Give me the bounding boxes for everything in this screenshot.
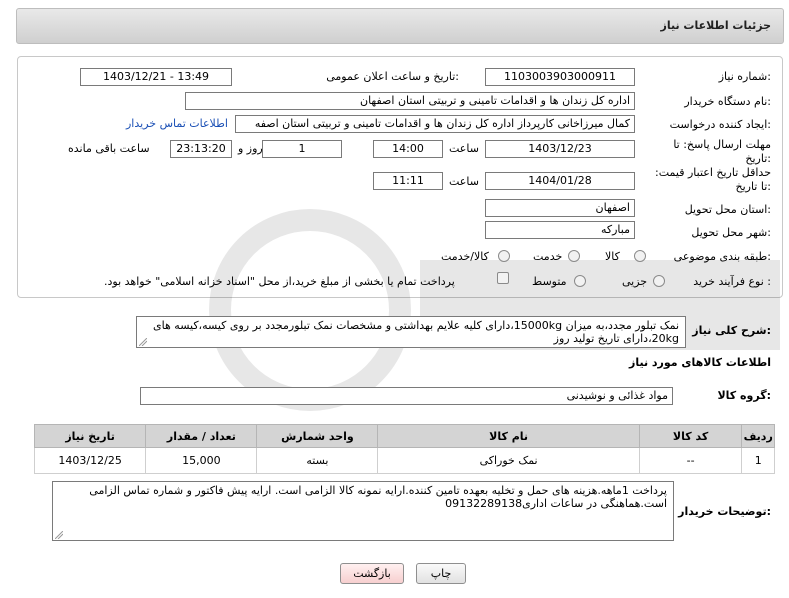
province-field: اصفهان [485, 199, 635, 217]
validity-date-field: 1404/01/28 [485, 172, 635, 190]
goods-group-label: گروه کالا: [717, 389, 771, 402]
deadline-date-field: 1403/12/23 [485, 140, 635, 158]
deadline-time-field: 14:00 [373, 140, 443, 158]
column-header-unit: واحد شمارش [256, 424, 379, 448]
need-number-label: شماره نیاز: [718, 70, 771, 83]
buyer-field: اداره کل زندان ها و اقدامات تامینی و ترب… [185, 92, 635, 110]
cell-code: -- [638, 447, 743, 474]
days-label: روز و [238, 142, 263, 155]
category-service-radio[interactable] [568, 250, 580, 262]
creator-field: کمال میرزاخانی کارپرداز اداره کل زندان ه… [235, 115, 635, 133]
description-text: نمک تبلور مجدد،به میزان 15000kg،دارای کل… [153, 319, 679, 345]
page-header: جزئیات اطلاعات نیاز [16, 8, 784, 44]
process-minor-label: جزیی [622, 275, 648, 288]
remaining-label: ساعت باقی مانده [68, 142, 150, 155]
need-number-field: 1103003903000911 [485, 68, 635, 86]
deadline-time-label: ساعت [449, 142, 479, 155]
category-goods-label: کالا [605, 250, 620, 263]
resize-handle-icon[interactable] [139, 338, 147, 346]
validity-label: حداقل تاریخ اعتبار قیمت: تا تاریخ: [655, 166, 771, 193]
process-minor-radio[interactable] [653, 275, 665, 287]
goods-table: ردیف کد کالا نام کالا واحد شمارش تعداد /… [33, 424, 775, 474]
category-label: طبقه بندی موضوعی: [673, 250, 771, 263]
province-label: استان محل تحویل: [684, 203, 771, 216]
back-button[interactable]: بازگشت [340, 563, 404, 584]
column-header-quantity: تعداد / مقدار [145, 424, 258, 448]
process-medium-radio[interactable] [574, 275, 586, 287]
category-goods-service-label: کالا/خدمت [441, 250, 489, 263]
description-label: شرح کلی نیاز: [692, 324, 771, 337]
cell-need-date: 1403/12/25 [33, 447, 147, 474]
column-header-name: نام کالا [377, 424, 640, 448]
treasury-payment-note: پرداخت تمام یا بخشی از مبلغ خرید،از محل … [104, 275, 455, 288]
column-header-code: کد کالا [638, 424, 743, 448]
table-row: 1 -- نمک خوراکی بسته 15,000 1403/12/25 [33, 447, 775, 474]
treasury-payment-checkbox[interactable] [497, 272, 509, 284]
description-textarea[interactable]: نمک تبلور مجدد،به میزان 15000kg،دارای کل… [136, 316, 686, 348]
goods-section-title: اطلاعات کالاهای مورد نیاز [629, 356, 771, 369]
cell-quantity: 15,000 [145, 447, 258, 474]
validity-time-label: ساعت [449, 175, 479, 188]
creator-label: ایجاد کننده درخواست: [669, 118, 771, 131]
goods-group-field: مواد غذائی و نوشیدنی [140, 387, 673, 405]
buyer-contact-link[interactable]: اطلاعات تماس خریدار [126, 117, 228, 130]
deadline-label: مهلت ارسال پاسخ: تا تاریخ: [673, 138, 771, 165]
buyer-notes-text: پرداخت 1ماهه.هزینه های حمل و تخلیه بعهده… [89, 484, 667, 510]
resize-handle-icon[interactable] [55, 531, 63, 539]
buyer-notes-label: توضیحات خریدار: [678, 505, 771, 518]
column-header-need-date: تاریخ نیاز [33, 424, 147, 448]
process-medium-label: متوسط [532, 275, 567, 288]
category-goods-radio[interactable] [634, 250, 646, 262]
cell-row-number: 1 [741, 447, 775, 474]
column-header-row: ردیف [741, 424, 775, 448]
process-label: نوع فرآیند خرید : [693, 275, 771, 288]
category-goods-service-radio[interactable] [498, 250, 510, 262]
announce-label: تاریخ و ساعت اعلان عمومی: [326, 70, 459, 83]
buyer-notes-textarea[interactable]: پرداخت 1ماهه.هزینه های حمل و تخلیه بعهده… [52, 481, 674, 541]
city-label: شهر محل تحویل: [691, 226, 771, 239]
cell-unit: بسته [256, 447, 379, 474]
days-field: 1 [262, 140, 342, 158]
validity-time-field: 11:11 [373, 172, 443, 190]
remaining-time-field: 23:13:20 [170, 140, 232, 158]
category-service-label: خدمت [533, 250, 563, 263]
page-title: جزئیات اطلاعات نیاز [660, 19, 772, 32]
buyer-label: نام دستگاه خریدار: [684, 95, 771, 108]
announce-field: 1403/12/21 - 13:49 [80, 68, 232, 86]
cell-name: نمک خوراکی [377, 447, 640, 474]
city-field: مبارکه [485, 221, 635, 239]
print-button[interactable]: چاپ [416, 563, 466, 584]
